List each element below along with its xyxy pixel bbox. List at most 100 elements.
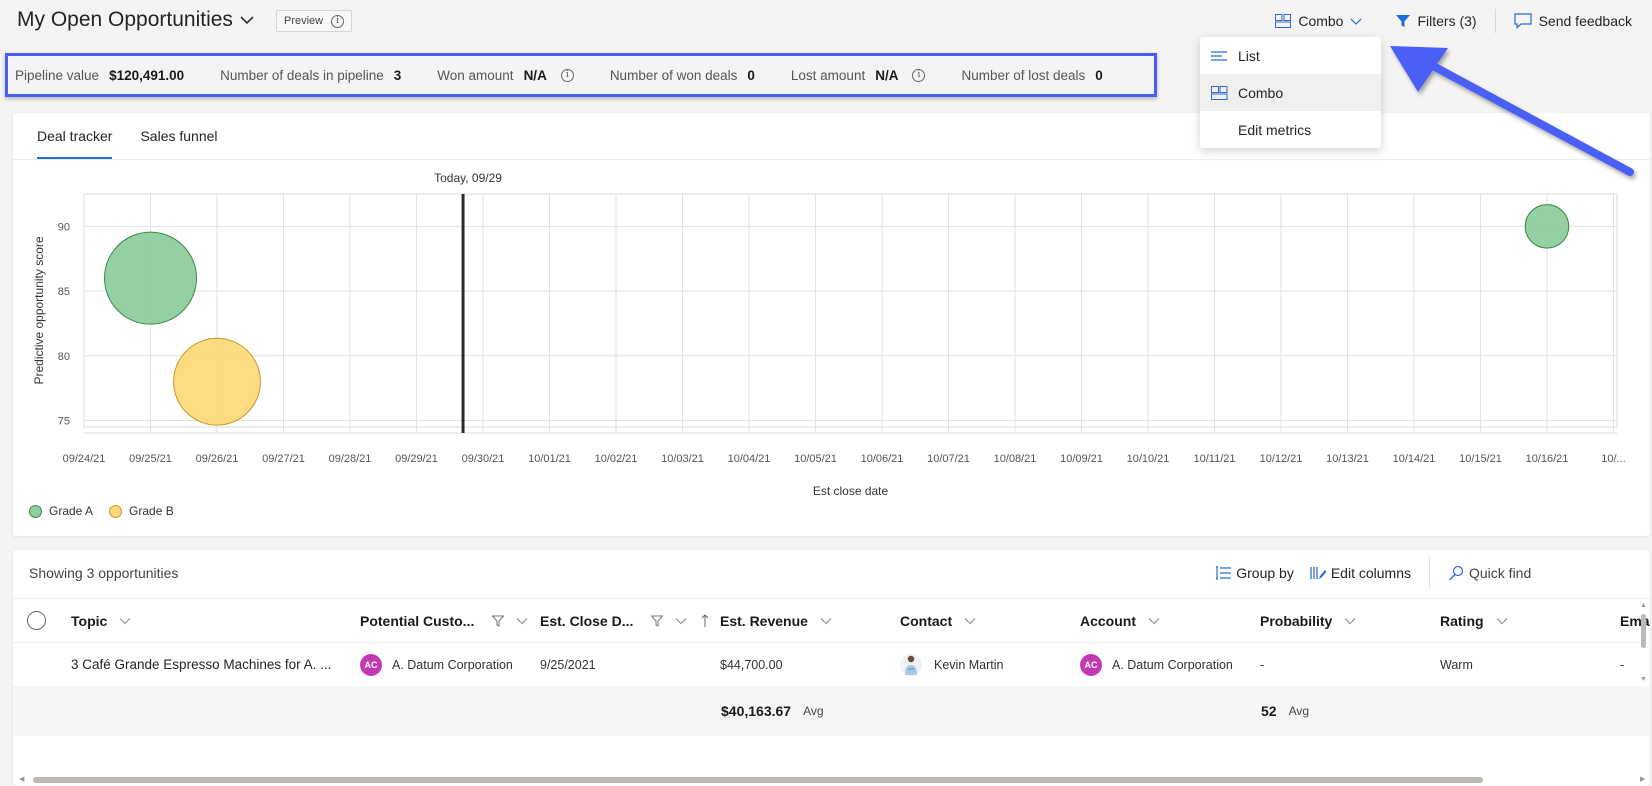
combo-icon [1211, 85, 1228, 100]
column-header-label: Probability [1260, 612, 1333, 629]
x-tick-label: 10/06/21 [861, 453, 904, 465]
bubble-grade-b [173, 337, 261, 426]
legend-swatch [29, 504, 42, 518]
column-header[interactable]: Topic [71, 599, 131, 642]
grid-toolbar: Group by Edit columns Quick find [1207, 557, 1550, 589]
x-axis-label: Est close date [813, 484, 889, 498]
contact-cell[interactable]: Kevin Martin [900, 643, 1003, 686]
menu-item-label: Edit metrics [1238, 121, 1312, 138]
y-tick-label: 80 [58, 351, 70, 363]
divider [1494, 9, 1496, 33]
legend-item-grade-a[interactable]: Grade A [29, 504, 93, 518]
chevron-down-icon [516, 617, 528, 624]
x-tick-label: 10/16/21 [1526, 453, 1569, 465]
metric-label: Number of won deals [609, 67, 738, 83]
info-icon[interactable]: i [560, 68, 574, 82]
send-feedback-button[interactable]: Send feedback [1504, 13, 1642, 29]
rating-cell: Warm [1440, 643, 1473, 686]
filter-icon [651, 615, 664, 627]
view-selector-button[interactable]: Combo [1265, 13, 1372, 29]
x-tick-label: 10/03/21 [661, 453, 704, 465]
menu-item-edit-metrics[interactable]: Edit metrics [1200, 111, 1381, 148]
metric-label: Pipeline value [15, 67, 100, 83]
filters-button[interactable]: Filters (3) [1386, 13, 1486, 29]
metric-item: Won amount N/A i [437, 68, 574, 83]
scroll-left-icon[interactable]: ◀ [19, 775, 24, 783]
x-tick-label: 09/26/21 [196, 453, 239, 465]
metric-label: Number of deals in pipeline [220, 67, 384, 83]
metric-item: Number of deals in pipeline 3 [220, 68, 401, 83]
column-header-label: Account [1080, 612, 1136, 629]
customer-name: A. Datum Corporation [392, 657, 513, 672]
metric-value: 3 [393, 67, 402, 83]
column-header[interactable]: Est. Close D... [540, 599, 709, 642]
chevron-down-icon [1496, 617, 1507, 624]
chevron-down-icon[interactable] [239, 12, 255, 28]
x-tick-label: 09/27/21 [262, 453, 305, 465]
chart-legend: Grade A Grade B [29, 504, 174, 518]
column-header[interactable]: Est. Revenue [720, 599, 832, 642]
account-cell[interactable]: AC A. Datum Corporation [1080, 643, 1233, 686]
chevron-down-icon [676, 617, 687, 624]
probability-average-value: 52 [1261, 703, 1277, 719]
page-title[interactable]: My Open Opportunities [17, 8, 255, 32]
metric-item: Number of won deals 0 [610, 68, 755, 83]
metric-label: Won amount [437, 67, 514, 83]
menu-item-label: List [1238, 47, 1260, 64]
revenue: $44,700.00 [720, 657, 783, 672]
x-tick-label: 10/02/21 [595, 453, 638, 465]
topic-cell[interactable]: 3 Café Grande Espresso Machines for A. .… [71, 643, 331, 686]
x-tick-label: 10/12/21 [1260, 453, 1303, 465]
metric-value: $120,491.00 [109, 67, 185, 83]
y-tick-label: 85 [58, 286, 70, 298]
chevron-down-icon [1351, 18, 1362, 25]
x-tick-label: 10/04/21 [728, 453, 771, 465]
preview-label: Preview [284, 15, 324, 27]
horizontal-scrollbar[interactable] [33, 777, 1483, 783]
column-header[interactable]: Potential Custo... [360, 599, 528, 642]
scroll-up-icon[interactable]: ▲ [1640, 602, 1647, 609]
customer-cell[interactable]: AC A. Datum Corporation [360, 643, 513, 686]
x-tick-label: 10/... [1601, 453, 1625, 465]
metric-item: Lost amount N/A i [791, 68, 926, 83]
group-by-button[interactable]: Group by [1207, 565, 1302, 581]
avatar: AC [360, 653, 382, 676]
vertical-scrollbar[interactable] [1641, 614, 1646, 648]
avatar: AC [1080, 653, 1102, 676]
search-icon [1449, 565, 1464, 581]
group-by-icon [1216, 566, 1232, 580]
plot-frame [83, 193, 1618, 428]
scroll-right-icon[interactable]: ▶ [1640, 775, 1645, 783]
metric-label: Lost amount [790, 67, 866, 83]
x-tick-label: 09/24/21 [63, 453, 106, 465]
quick-find-input[interactable]: Quick find [1440, 565, 1550, 581]
filter-icon [1396, 15, 1411, 27]
metric-item: Pipeline value $120,491.00 [15, 68, 184, 83]
select-all-checkbox[interactable] [27, 611, 46, 630]
metric-item: Number of lost deals 0 [961, 68, 1102, 83]
x-tick-label: 10/14/21 [1393, 453, 1436, 465]
menu-item-list[interactable]: List [1200, 37, 1381, 74]
column-header[interactable]: Rating [1440, 599, 1508, 642]
list-icon [1211, 50, 1227, 61]
column-header-label: Potential Custo... [360, 612, 475, 629]
scroll-down-icon[interactable]: ▼ [1640, 676, 1647, 683]
info-icon[interactable]: i [331, 14, 345, 28]
x-tick-label: 09/29/21 [395, 453, 438, 465]
x-tick-label: 09/30/21 [462, 453, 505, 465]
legend-item-grade-b[interactable]: Grade B [109, 504, 174, 518]
info-icon[interactable]: i [912, 68, 926, 82]
menu-item-combo[interactable]: Combo [1200, 74, 1381, 111]
table-row[interactable]: 3 Café Grande Espresso Machines for A. .… [13, 643, 1650, 686]
column-header[interactable]: Account [1080, 599, 1160, 642]
edit-columns-button[interactable]: Edit columns [1302, 565, 1419, 581]
column-header[interactable]: Contact [900, 599, 976, 642]
record-count: Showing 3 opportunities [29, 565, 179, 581]
bubble-grade-a [104, 231, 197, 325]
feedback-icon [1513, 13, 1532, 29]
column-header[interactable]: Probability [1260, 599, 1356, 642]
quick-find-placeholder: Quick find [1469, 565, 1532, 581]
contact-photo [900, 653, 922, 676]
combo-icon [1275, 14, 1292, 28]
table-header-row: Topic Potential Custo... Est. Close D... Es… [13, 599, 1650, 642]
